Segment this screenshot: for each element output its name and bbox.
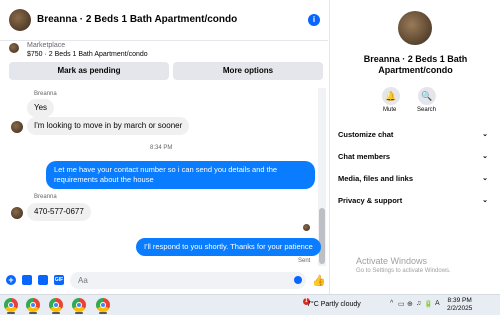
composer-bar: + GIF 👍	[0, 267, 328, 293]
show-hidden-icons[interactable]: ^	[390, 300, 393, 307]
plus-icon[interactable]: +	[6, 275, 16, 285]
network-icon[interactable]: ⊕	[407, 300, 413, 308]
thumbs-up-icon[interactable]: 👍	[312, 274, 326, 287]
read-receipt-avatar	[303, 224, 310, 231]
bell-icon[interactable]: 🔔	[382, 87, 400, 105]
chevron-down-icon: ⌄	[482, 197, 488, 204]
windows-taskbar: 1 7°C Partly cloudy ^ ▭ ⊕ ♫ 🔋 A 8:39 PM …	[0, 294, 500, 315]
contact-name: Breanna · 2 Beds 1 Bath Apartment/condo	[363, 54, 468, 75]
emoji-icon[interactable]	[294, 276, 302, 284]
photo-icon[interactable]	[22, 275, 32, 285]
message-bubble-incoming[interactable]: Yes	[27, 99, 55, 117]
chrome-icon[interactable]	[26, 298, 40, 312]
language-icon[interactable]: A	[435, 300, 440, 307]
chat-pane: Breanna · 2 Beds 1 Bath Apartment/condo …	[0, 0, 328, 294]
section-label: Chat members	[338, 152, 391, 161]
section-privacy-support[interactable]: Privacy & support ⌄	[338, 196, 488, 210]
search-icon[interactable]: 🔍	[418, 87, 436, 105]
search-label: Search	[417, 107, 437, 113]
marketplace-label: Marketplace	[27, 42, 66, 49]
more-options-button[interactable]: More options	[173, 62, 323, 80]
chat-header: Breanna · 2 Beds 1 Bath Apartment/condo …	[0, 0, 328, 41]
info-icon[interactable]: i	[308, 14, 320, 26]
mute-label: Mute	[383, 107, 397, 113]
message-bubble-incoming[interactable]: I'm looking to move in by march or soone…	[27, 117, 190, 135]
mark-as-pending-button[interactable]: Mark as pending	[9, 62, 169, 80]
battery-icon[interactable]: 🔋	[424, 300, 433, 308]
chrome-icon[interactable]	[49, 298, 63, 312]
system-clock[interactable]: 8:39 PM 2/2/2025	[447, 297, 472, 313]
listing-detail[interactable]: $750 · 2 Beds 1 Bath Apartment/condo	[27, 51, 148, 58]
message-input[interactable]	[70, 272, 306, 289]
contact-avatar[interactable]	[9, 9, 31, 31]
sticker-icon[interactable]	[38, 275, 48, 285]
sender-avatar[interactable]	[11, 207, 23, 219]
chrome-icon[interactable]	[4, 298, 18, 312]
chrome-icon[interactable]	[96, 298, 110, 312]
sender-name: Breanna	[34, 194, 57, 200]
volume-icon[interactable]: ♫	[416, 300, 421, 307]
conversation-info-pane: Breanna · 2 Beds 1 Bath Apartment/condo …	[329, 0, 500, 294]
display-icon[interactable]: ▭	[398, 300, 405, 308]
gif-icon[interactable]: GIF	[54, 275, 64, 285]
activation-watermark-subtitle: Go to Settings to activate Windows.	[356, 268, 451, 274]
section-label: Privacy & support	[338, 196, 403, 205]
section-chat-members[interactable]: Chat members ⌄	[338, 152, 488, 166]
section-label: Customize chat	[338, 130, 394, 139]
message-bubble-incoming[interactable]: 470-577-0677	[27, 203, 91, 221]
clock-date: 2/2/2025	[447, 305, 473, 312]
chat-title[interactable]: Breanna · 2 Beds 1 Bath Apartment/condo	[37, 14, 237, 25]
sender-avatar[interactable]	[11, 121, 23, 133]
sent-status: Sent	[298, 258, 311, 264]
chrome-icon[interactable]	[72, 298, 86, 312]
section-customize-chat[interactable]: Customize chat ⌄	[338, 130, 488, 144]
sender-name: Breanna	[34, 91, 57, 97]
chevron-down-icon: ⌄	[482, 153, 488, 160]
message-timestamp: 8:34 PM	[150, 145, 173, 151]
contact-avatar-large[interactable]	[398, 11, 432, 45]
section-label: Media, files and links	[338, 174, 414, 183]
message-bubble-outgoing[interactable]: Let me have your contact number so i can…	[46, 161, 315, 189]
weather-widget[interactable]: 7°C Partly cloudy	[307, 301, 361, 308]
section-media-files-links[interactable]: Media, files and links ⌄	[338, 174, 488, 188]
message-bubble-outgoing[interactable]: I'll respond to you shortly. Thanks for …	[136, 238, 321, 256]
marketplace-banner: Marketplace $750 · 2 Beds 1 Bath Apartme…	[0, 40, 328, 84]
chevron-down-icon: ⌄	[482, 131, 488, 138]
activation-watermark-title: Activate Windows	[356, 256, 428, 266]
chevron-down-icon: ⌄	[482, 175, 488, 182]
clock-time: 8:39 PM	[447, 297, 472, 304]
listing-thumbnail[interactable]	[9, 43, 19, 53]
